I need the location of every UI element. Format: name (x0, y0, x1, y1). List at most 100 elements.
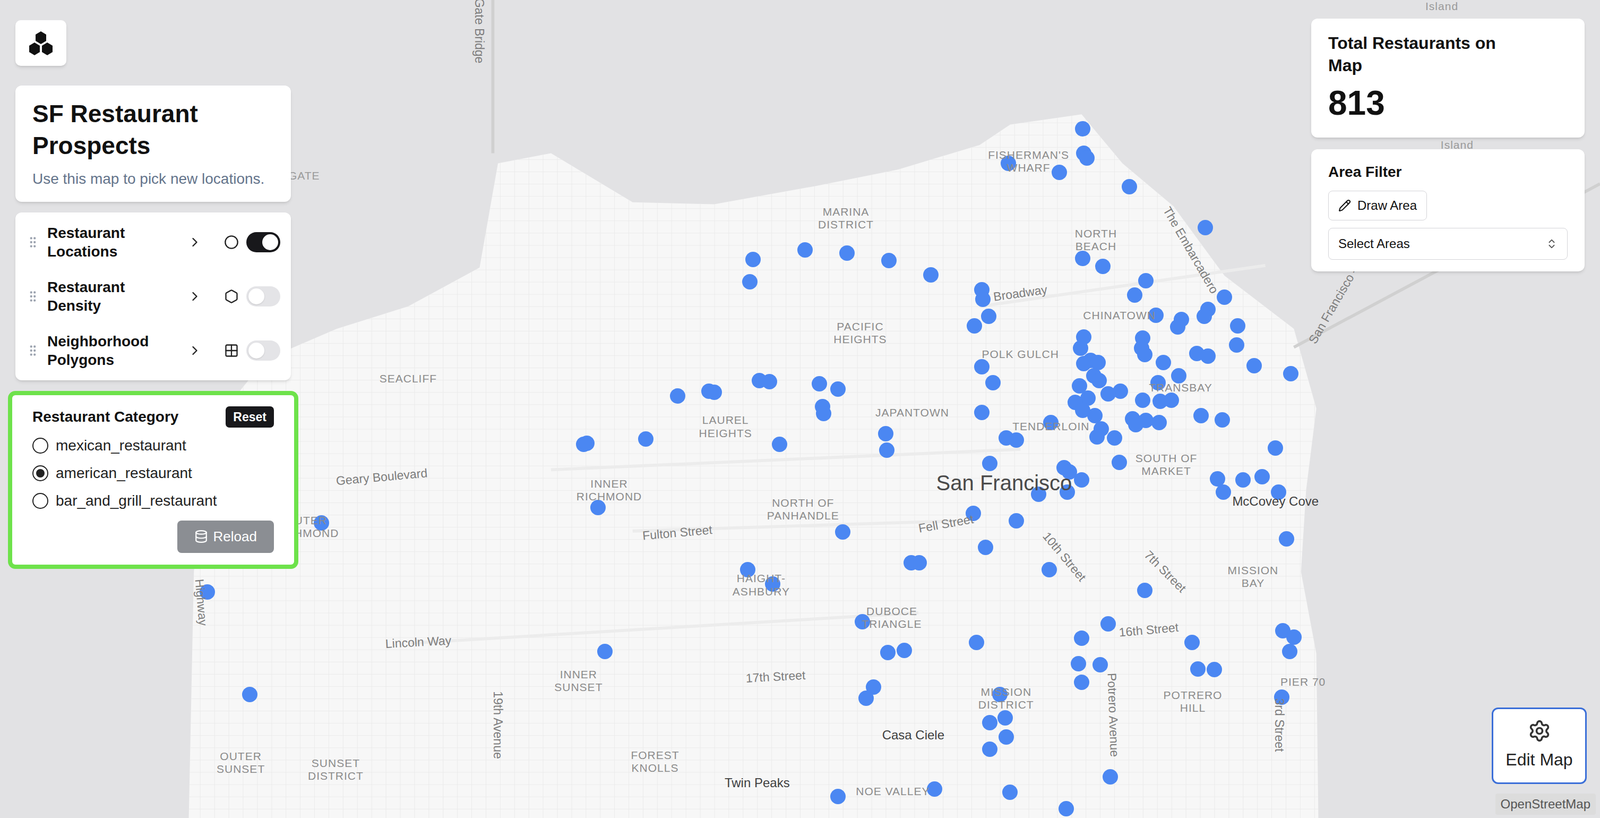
layer-row[interactable]: Restaurant Locations (26, 214, 281, 270)
logo-button[interactable] (15, 20, 67, 66)
draw-area-button[interactable]: Draw Area (1328, 190, 1427, 221)
option-label: bar_and_grill_restaurant (55, 489, 218, 512)
restaurant-marker[interactable] (881, 252, 897, 269)
map-label: NORTH OF PANHANDLE (754, 496, 852, 522)
restaurant-marker[interactable] (896, 642, 913, 658)
restaurant-marker[interactable] (835, 523, 851, 540)
restaurant-marker[interactable] (880, 644, 896, 660)
restaurant-marker[interactable] (1190, 660, 1206, 677)
radio-button[interactable] (32, 437, 49, 454)
restaurant-marker[interactable] (1138, 272, 1154, 289)
restaurant-marker[interactable] (1100, 615, 1116, 632)
restaurant-marker[interactable] (1215, 484, 1232, 500)
map-label: FISHERMAN'S WHARF (977, 148, 1080, 175)
category-option[interactable]: american_restaurant (32, 461, 274, 485)
restaurant-marker[interactable] (997, 709, 1013, 726)
restaurant-marker[interactable] (977, 539, 994, 555)
restaurant-marker[interactable] (1193, 407, 1209, 424)
restaurant-marker[interactable] (1079, 150, 1095, 166)
restaurant-marker[interactable] (1235, 471, 1251, 488)
restaurant-marker[interactable] (1286, 629, 1302, 645)
restaurant-marker[interactable] (1214, 411, 1230, 428)
restaurant-marker[interactable] (1051, 164, 1068, 180)
restaurant-marker[interactable] (1008, 432, 1025, 448)
restaurant-marker[interactable] (1070, 655, 1087, 672)
edit-map-button[interactable]: Edit Map (1491, 707, 1587, 784)
restaurant-marker[interactable] (879, 442, 895, 458)
map-attribution[interactable]: OpenStreetMap (1495, 793, 1596, 815)
map-label: Casa Ciele (882, 725, 945, 745)
restaurant-marker[interactable] (1283, 365, 1299, 382)
restaurant-marker[interactable] (1170, 319, 1186, 335)
layer-toggle[interactable] (246, 231, 281, 253)
drag-handle-icon[interactable] (26, 235, 40, 249)
restaurant-marker[interactable] (974, 358, 990, 375)
restaurant-marker[interactable] (1041, 561, 1057, 578)
restaurant-marker[interactable] (1091, 372, 1107, 389)
category-option[interactable]: mexican_restaurant (32, 434, 274, 457)
reload-button[interactable]: Reload (177, 520, 274, 553)
restaurant-marker[interactable] (1008, 512, 1025, 529)
map-label: JAPANTOWN (875, 405, 950, 419)
restaurant-marker[interactable] (706, 384, 722, 400)
restaurant-marker[interactable] (1197, 219, 1214, 236)
title-card: SF Restaurant ProspectsUse this map to p… (15, 85, 291, 202)
layer-row[interactable]: Restaurant Density (26, 269, 281, 324)
restaurant-marker[interactable] (985, 374, 1001, 391)
restaurant-marker[interactable] (1163, 392, 1180, 408)
radio-button[interactable] (32, 465, 49, 481)
category-option[interactable]: bar_and_grill_restaurant (32, 489, 274, 512)
restaurant-marker[interactable] (1282, 643, 1298, 659)
restaurant-marker[interactable] (579, 435, 595, 451)
restaurant-marker[interactable] (982, 455, 998, 471)
restaurant-marker[interactable] (1073, 630, 1090, 646)
layer-toggle[interactable] (246, 340, 281, 361)
restaurant-marker[interactable] (1073, 674, 1090, 690)
restaurant-marker[interactable] (1102, 768, 1118, 785)
restaurant-marker[interactable] (1184, 634, 1200, 650)
drag-handle-icon[interactable] (26, 343, 40, 358)
restaurant-marker[interactable] (1074, 250, 1091, 266)
restaurant-marker[interactable] (1074, 121, 1091, 137)
restaurant-marker[interactable] (1196, 308, 1212, 324)
restaurant-marker[interactable] (1155, 354, 1172, 371)
restaurant-marker[interactable] (1089, 428, 1105, 445)
restaurant-marker[interactable] (923, 267, 939, 283)
layer-label: Restaurant Locations (47, 223, 180, 261)
restaurant-marker[interactable] (815, 405, 832, 421)
restaurant-marker[interactable] (771, 436, 788, 452)
restaurant-marker[interactable] (1106, 429, 1123, 446)
chevron-right-icon[interactable] (187, 342, 203, 358)
restaurant-marker[interactable] (968, 634, 985, 650)
restaurant-marker[interactable] (242, 686, 258, 702)
reset-button[interactable]: Reset (225, 406, 274, 428)
restaurant-marker[interactable] (1137, 582, 1153, 598)
restaurant-marker[interactable] (1092, 656, 1108, 673)
restaurant-marker[interactable] (745, 251, 761, 268)
restaurant-marker[interactable] (830, 381, 846, 397)
layer-row[interactable]: Neighborhood Polygons (26, 323, 281, 378)
restaurant-marker[interactable] (966, 317, 983, 334)
restaurant-marker[interactable] (1229, 317, 1246, 334)
restaurant-marker[interactable] (974, 404, 990, 420)
restaurant-marker[interactable] (1137, 346, 1153, 363)
restaurant-marker[interactable] (1171, 367, 1187, 384)
restaurant-marker[interactable] (1246, 357, 1262, 374)
drag-handle-icon[interactable] (26, 289, 40, 304)
restaurant-marker[interactable] (1058, 800, 1074, 816)
select-areas[interactable]: Select Areas (1328, 227, 1568, 260)
restaurant-marker[interactable] (597, 643, 613, 659)
radio-button[interactable] (32, 492, 49, 509)
layer-toggle[interactable] (246, 286, 281, 307)
restaurant-marker[interactable] (1128, 416, 1144, 433)
restaurant-marker[interactable] (1216, 289, 1233, 305)
restaurant-marker[interactable] (669, 388, 686, 404)
chevron-right-icon[interactable] (187, 288, 203, 304)
chevron-right-icon[interactable] (187, 234, 203, 250)
restaurant-marker[interactable] (839, 245, 855, 261)
restaurant-marker[interactable] (1127, 287, 1143, 303)
restaurant-marker[interactable] (998, 728, 1014, 745)
restaurant-marker[interactable] (975, 291, 991, 307)
restaurant-marker[interactable] (911, 554, 927, 571)
restaurant-marker[interactable] (830, 788, 846, 804)
